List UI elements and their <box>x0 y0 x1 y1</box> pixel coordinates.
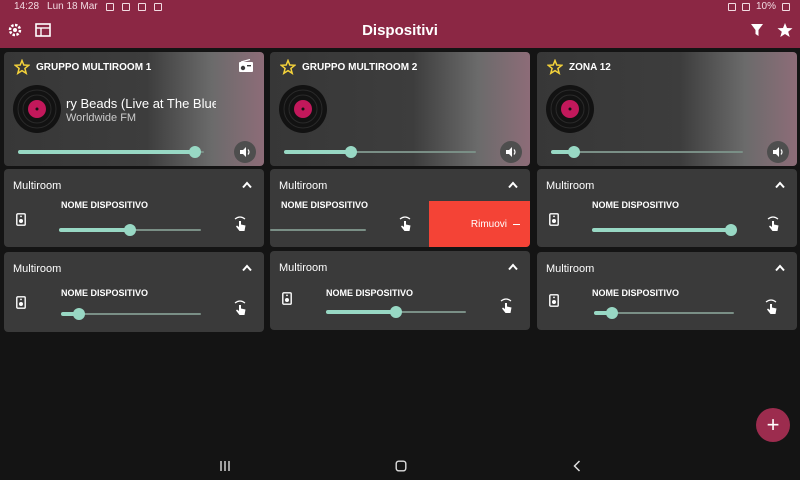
status-bar: 14:28 Lun 18 Mar 10% <box>0 0 800 14</box>
favorites-button[interactable] <box>775 20 795 40</box>
album-art-vinyl-icon <box>279 85 327 133</box>
multiroom-group-card: Multiroom NOME DISPOSITIVO <box>4 169 264 247</box>
track-title: ry Beads (Live at The Blue <box>66 96 216 111</box>
device-name: NOME DISPOSITIVO <box>61 200 149 210</box>
album-art-vinyl-icon <box>546 85 594 133</box>
group-label: Multiroom <box>13 180 62 192</box>
station-name: Worldwide FM <box>66 112 137 124</box>
player-card-2[interactable]: GRUPPO MULTIROOM 2 <box>270 52 530 166</box>
star-icon <box>777 23 793 37</box>
system-nav-bar <box>0 452 800 480</box>
group-label: Multiroom <box>279 180 328 192</box>
volume-button[interactable] <box>234 141 256 163</box>
tap-hand-icon[interactable] <box>764 299 778 315</box>
player-card-3[interactable]: ZONA 12 <box>537 52 797 166</box>
multiroom-group-card: Multiroom NOME DISPOSITIVO <box>270 251 530 330</box>
home-icon[interactable] <box>395 460 407 472</box>
device-name: NOME DISPOSITIVO <box>281 200 369 210</box>
app-root: 14:28 Lun 18 Mar 10% Dispositivi GRUPPO … <box>0 0 800 480</box>
tap-hand-icon[interactable] <box>233 300 247 316</box>
device-name: NOME DISPOSITIVO <box>61 288 149 298</box>
device-volume-slider[interactable] <box>592 223 738 237</box>
volume-icon <box>773 147 783 157</box>
remove-device-button[interactable]: Rimuovi <box>429 201 530 247</box>
battery-icon <box>782 2 790 11</box>
multiroom-group-card: Multiroom NOME DISPOSITIVO Rimuovi <box>270 169 530 247</box>
page-title: Dispositivi <box>362 22 438 39</box>
volume-icon <box>240 147 250 157</box>
multiroom-group-card: Multiroom NOME DISPOSITIVO <box>537 169 797 247</box>
device-name: NOME DISPOSITIVO <box>592 200 680 210</box>
device-volume-slider[interactable] <box>59 223 201 237</box>
mute-icon <box>727 2 736 11</box>
tap-hand-icon[interactable] <box>499 298 513 314</box>
filter-icon <box>751 24 763 36</box>
favorite-star-icon[interactable] <box>547 59 563 75</box>
chevron-up-icon[interactable] <box>775 264 785 272</box>
chevron-up-icon[interactable] <box>508 181 518 189</box>
volume-button[interactable] <box>767 141 789 163</box>
speaker-icon <box>549 213 559 226</box>
speaker-icon <box>282 292 292 305</box>
device-name: NOME DISPOSITIVO <box>592 288 680 298</box>
player-title: GRUPPO MULTIROOM 1 <box>36 62 152 73</box>
wifi-icon <box>741 2 750 11</box>
filter-button[interactable] <box>747 20 767 40</box>
chevron-up-icon[interactable] <box>242 181 252 189</box>
volume-slider[interactable] <box>18 145 204 159</box>
notification-icon <box>121 2 130 11</box>
favorite-star-icon[interactable] <box>280 59 296 75</box>
volume-icon <box>506 147 516 157</box>
radio-icon <box>239 59 253 72</box>
plus-icon: + <box>766 412 780 437</box>
recent-apps-icon[interactable] <box>219 460 231 472</box>
group-label: Multiroom <box>546 180 595 192</box>
group-label: Multiroom <box>546 263 595 275</box>
gallery-icon <box>105 2 114 11</box>
remove-label: Rimuovi <box>470 218 507 230</box>
volume-slider[interactable] <box>551 145 743 159</box>
speaker-icon <box>549 294 559 307</box>
album-art-vinyl-icon <box>13 85 61 133</box>
favorite-star-icon[interactable] <box>14 59 30 75</box>
device-volume-slider[interactable] <box>594 306 734 320</box>
speaker-icon <box>16 296 26 309</box>
chevron-up-icon[interactable] <box>775 181 785 189</box>
group-label: Multiroom <box>13 263 62 275</box>
tap-hand-icon[interactable] <box>233 216 247 232</box>
group-label: Multiroom <box>279 262 328 274</box>
play-store-icon <box>137 2 146 11</box>
minus-icon <box>513 223 520 225</box>
device-volume-slider[interactable] <box>61 307 201 321</box>
player-title: ZONA 12 <box>569 62 611 73</box>
status-date: Lun 18 Mar <box>47 1 98 12</box>
device-name: NOME DISPOSITIVO <box>326 288 414 298</box>
add-button[interactable]: + <box>756 408 790 442</box>
player-title: GRUPPO MULTIROOM 2 <box>302 62 418 73</box>
tap-hand-icon[interactable] <box>398 216 412 232</box>
battery-saver-icon <box>153 2 162 11</box>
battery-level: 10% <box>755 1 776 12</box>
device-volume-slider[interactable] <box>326 305 466 319</box>
back-icon[interactable] <box>572 460 582 472</box>
app-bar: 14:28 Lun 18 Mar 10% Dispositivi <box>0 0 800 48</box>
status-time: 14:28 <box>14 1 40 12</box>
device-volume-slider-swiped[interactable] <box>270 223 366 237</box>
volume-slider[interactable] <box>284 145 476 159</box>
speaker-icon <box>16 213 26 226</box>
multiroom-group-card: Multiroom NOME DISPOSITIVO <box>537 252 797 330</box>
multiroom-group-card: Multiroom NOME DISPOSITIVO <box>4 252 264 332</box>
player-card-1[interactable]: GRUPPO MULTIROOM 1 ry Beads (Live at The… <box>4 52 264 166</box>
chevron-up-icon[interactable] <box>508 263 518 271</box>
tap-hand-icon[interactable] <box>766 216 780 232</box>
volume-button[interactable] <box>500 141 522 163</box>
chevron-up-icon[interactable] <box>242 264 252 272</box>
